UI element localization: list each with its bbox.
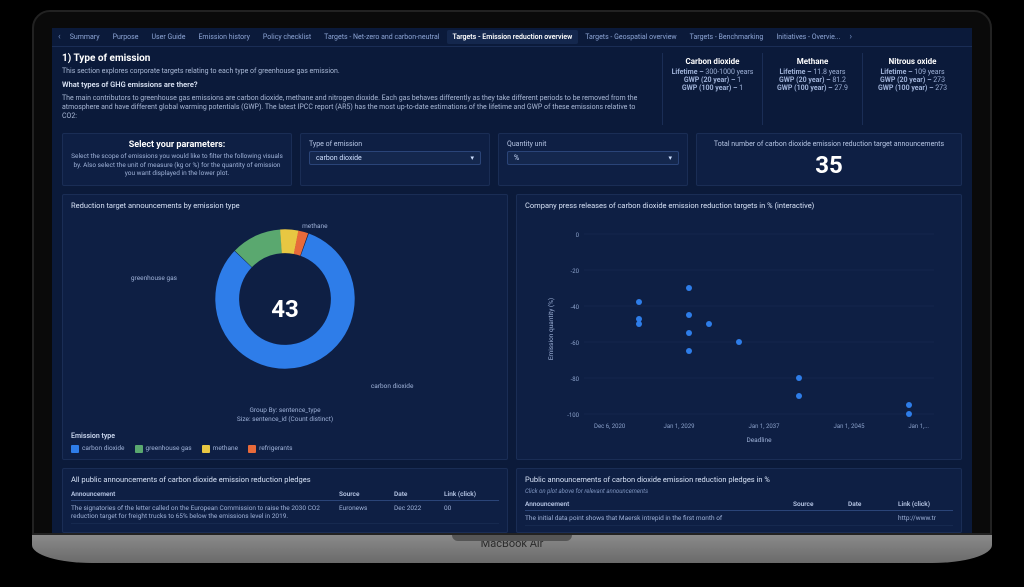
donut-center-value: 43 [271,295,299,323]
svg-text:0: 0 [576,232,580,239]
tab-initiatives-overview[interactable]: Initiatives - Overvie... [770,30,846,44]
svg-text:Dec 6, 2020: Dec 6, 2020 [594,423,626,430]
svg-text:Jan 1,...: Jan 1,... [908,423,929,430]
gas-cards: Carbon dioxide Lifetime – 300-1000 years… [662,53,962,125]
tab-summary[interactable]: Summary [64,30,106,44]
screen-bezel: ‹ Summary Purpose User Guide Emission hi… [32,10,992,535]
counter-panel: Total number of carbon dioxide emission … [696,133,962,186]
tab-emission-history[interactable]: Emission history [192,30,255,44]
counter-label: Total number of carbon dioxide emission … [705,140,953,149]
svg-text:-80: -80 [571,376,580,383]
type-of-emission-select[interactable]: carbon dioxide ▾ [309,151,481,165]
tab-targets-geospatial[interactable]: Targets - Geospatial overview [579,30,682,44]
intro-block: 1) Type of emission This section explore… [62,53,652,125]
params-title: Select your parameters: [71,140,283,150]
svg-text:-40: -40 [571,304,580,311]
laptop-label: MacBook Air [481,537,544,550]
legend-title: Emission type [71,432,499,440]
table-row[interactable]: The initial data point shows that Maersk… [525,511,953,526]
svg-text:-100: -100 [567,412,579,419]
svg-text:Jan 1, 2045: Jan 1, 2045 [834,423,866,430]
table-header: Announcement Source Date Link (click) [71,488,499,501]
gas-name: Nitrous oxide [869,57,956,66]
table-all-announcements: All public announcements of carbon dioxi… [62,468,508,533]
counter-value: 35 [705,151,953,179]
table-title: All public announcements of carbon dioxi… [71,475,499,484]
scatter-chart[interactable]: 0 -20 -40 -60 -80 -100 Emission quantity… [525,214,953,444]
chevron-down-icon: ▾ [668,154,672,162]
tab-targets-emission-reduction[interactable]: Targets - Emission reduction overview [447,30,579,44]
quantity-unit-panel: Quantity unit % ▾ [498,133,688,186]
svg-text:Jan 1, 2037: Jan 1, 2037 [749,423,781,430]
laptop-frame: ‹ Summary Purpose User Guide Emission hi… [32,10,992,563]
table-title: Public announcements of carbon dioxide e… [525,475,953,484]
tab-bar: ‹ Summary Purpose User Guide Emission hi… [52,28,972,47]
donut-legend: carbon dioxide greenhouse gas methane re… [71,444,499,452]
unit-label: Quantity unit [507,140,679,148]
tab-targets-benchmarking[interactable]: Targets - Benchmarking [684,30,770,44]
tab-purpose[interactable]: Purpose [107,30,145,44]
svg-text:Jan 1, 2029: Jan 1, 2029 [664,423,695,430]
gas-card-methane: Methane Lifetime – 11.8 years GWP (20 ye… [762,53,862,125]
type-value: carbon dioxide [316,154,362,162]
table-subtitle: Click on plot above for relevant announc… [525,488,953,495]
dashboard-screen: ‹ Summary Purpose User Guide Emission hi… [52,28,972,533]
gas-card-co2: Carbon dioxide Lifetime – 300-1000 years… [662,53,762,125]
section-body: The main contributors to greenhouse gas … [62,94,652,121]
gas-name: Carbon dioxide [669,57,756,66]
params-desc: Select the scope of emissions you would … [71,152,283,177]
table-header: Announcement Source Date Link (click) [525,498,953,511]
scatter-panel: Company press releases of carbon dioxide… [516,194,962,459]
donut-groupby: Group By: sentence_type Size: sentence_i… [71,406,499,424]
tabs-scroll-right[interactable]: › [847,32,854,42]
svg-text:Deadline: Deadline [746,436,772,444]
svg-text:-60: -60 [571,340,580,347]
section-question: What types of GHG emissions are there? [62,80,652,90]
params-panel: Select your parameters: Select the scope… [62,133,292,186]
quantity-unit-select[interactable]: % ▾ [507,151,679,165]
tab-targets-netzero[interactable]: Targets - Net-zero and carbon-neutral [318,30,445,44]
svg-text:Emission quantity (%): Emission quantity (%) [547,298,555,360]
donut-title: Reduction target announcements by emissi… [71,201,499,210]
donut-label-carbon: carbon dioxide [371,382,414,390]
laptop-base: MacBook Air [32,535,992,563]
tab-user-guide[interactable]: User Guide [145,30,191,44]
gas-card-n2o: Nitrous oxide Lifetime – 109 years GWP (… [862,53,962,125]
type-of-emission-panel: Type of emission carbon dioxide ▾ [300,133,490,186]
tabs-scroll-left[interactable]: ‹ [56,32,63,42]
svg-text:-20: -20 [571,268,580,275]
tab-policy-checklist[interactable]: Policy checklist [257,30,317,44]
donut-panel: Reduction target announcements by emissi… [62,194,508,459]
unit-value: % [514,154,519,162]
chevron-down-icon: ▾ [470,154,474,162]
donut-label-greenhouse: greenhouse gas [131,274,177,282]
type-label: Type of emission [309,140,481,148]
scatter-title: Company press releases of carbon dioxide… [525,201,953,210]
donut-label-methane: methane [302,222,327,230]
table-row[interactable]: The signatories of the letter called on … [71,501,499,524]
section-subtitle: This section explores corporate targets … [62,67,652,76]
section-heading: 1) Type of emission [62,53,652,64]
table-pct-announcements: Public announcements of carbon dioxide e… [516,468,962,533]
gas-name: Methane [769,57,856,66]
